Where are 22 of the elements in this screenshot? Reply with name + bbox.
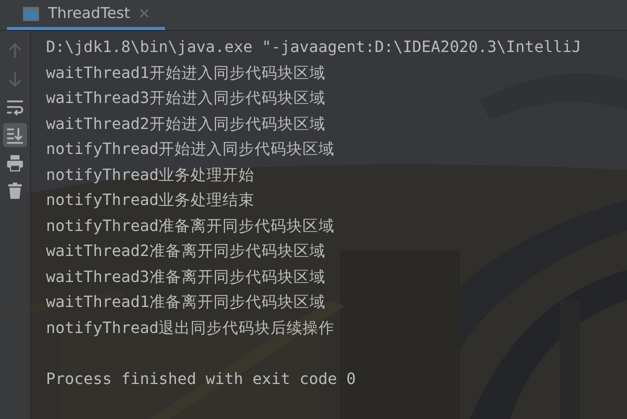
exit-message: Process finished with exit code 0: [46, 368, 356, 390]
tab-title: ThreadTest: [48, 3, 130, 24]
console-line: waitThread3准备离开同步代码块区域: [46, 266, 326, 288]
console-line: notifyThread准备离开同步代码块区域: [46, 216, 335, 236]
scroll-to-end-icon: [6, 126, 24, 144]
console-line: waitThread2准备离开同步代码块区域: [46, 241, 326, 262]
arrow-up-icon: [6, 42, 24, 60]
console-line: waitThread2开始进入同步代码块区域: [46, 114, 326, 134]
trash-icon: [6, 182, 24, 200]
console-line: waitThread1准备离开同步代码块区域: [46, 292, 326, 313]
printer-icon: [6, 154, 24, 172]
console-line: notifyThread退出同步代码块后续操作: [46, 318, 335, 338]
console-line: notifyThread业务处理结束: [46, 190, 255, 211]
console-line: D:\jdk1.8\bin\java.exe "-javaagent:D:\IDEA2020.3\IntelliJ: [46, 37, 582, 58]
soft-wrap-icon: [6, 98, 24, 116]
console-window-icon: [22, 6, 40, 22]
console-line: waitThread3开始进入同步代码块区域: [46, 88, 326, 109]
console-line: notifyThread业务处理开始: [46, 164, 255, 186]
console-line: notifyThread开始进入同步代码块区域: [46, 139, 335, 160]
arrow-down-icon: [6, 70, 24, 88]
console-line: waitThread1开始进入同步代码块区域: [46, 62, 326, 84]
toolbar-button[interactable]: [3, 123, 27, 147]
